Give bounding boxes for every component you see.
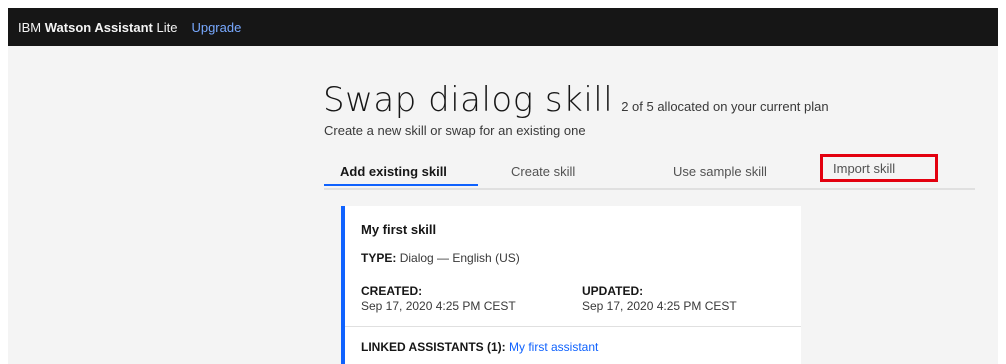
brand-plan: Lite [156, 19, 178, 35]
skill-updated: UPDATED: Sep 17, 2020 4:25 PM CEST [582, 284, 737, 313]
skill-updated-value: Sep 17, 2020 4:25 PM CEST [582, 299, 737, 313]
skill-type-label: TYPE: [361, 251, 397, 265]
skill-type: TYPE: Dialog — English (US) [361, 251, 520, 265]
page-subtitle: Create a new skill or swap for an existi… [324, 123, 586, 138]
card-divider [345, 326, 801, 327]
upgrade-link[interactable]: Upgrade [191, 20, 241, 35]
skill-card[interactable]: My first skill TYPE: Dialog — English (U… [341, 206, 801, 364]
brand-prefix: IBM [18, 19, 42, 35]
product-brand[interactable]: IBM Watson Assistant Lite [18, 20, 177, 35]
skill-updated-label: UPDATED: [582, 284, 644, 298]
tab-import-skill[interactable]: Import skill [820, 154, 938, 182]
tab-add-existing-skill[interactable]: Add existing skill [324, 158, 478, 186]
skill-type-value: Dialog — English (US) [399, 251, 520, 265]
tab-create-skill[interactable]: Create skill [497, 158, 627, 186]
skill-created-value: Sep 17, 2020 4:25 PM CEST [361, 299, 516, 313]
skill-tabs: Add existing skill Create skill Use samp… [324, 154, 975, 190]
brand-name: Watson Assistant [44, 19, 153, 35]
page-header: Swap dialog skill 2 of 5 allocated on yo… [323, 80, 829, 120]
top-navigation-bar: IBM Watson Assistant Lite Upgrade [8, 8, 998, 46]
skill-card-title: My first skill [361, 222, 437, 237]
linked-assistants: LINKED ASSISTANTS (1): My first assistan… [361, 340, 598, 354]
linked-assistants-label: LINKED ASSISTANTS (1): [361, 340, 506, 354]
app-frame: IBM Watson Assistant Lite Upgrade Swap d… [8, 8, 998, 364]
skill-created: CREATED: Sep 17, 2020 4:25 PM CEST [361, 284, 516, 313]
tab-use-sample-skill[interactable]: Use sample skill [657, 158, 797, 186]
skill-allocation-text: 2 of 5 allocated on your current plan [621, 99, 829, 114]
skill-created-label: CREATED: [361, 284, 423, 298]
page-title: Swap dialog skill [323, 80, 614, 120]
linked-assistant-link[interactable]: My first assistant [509, 340, 598, 354]
